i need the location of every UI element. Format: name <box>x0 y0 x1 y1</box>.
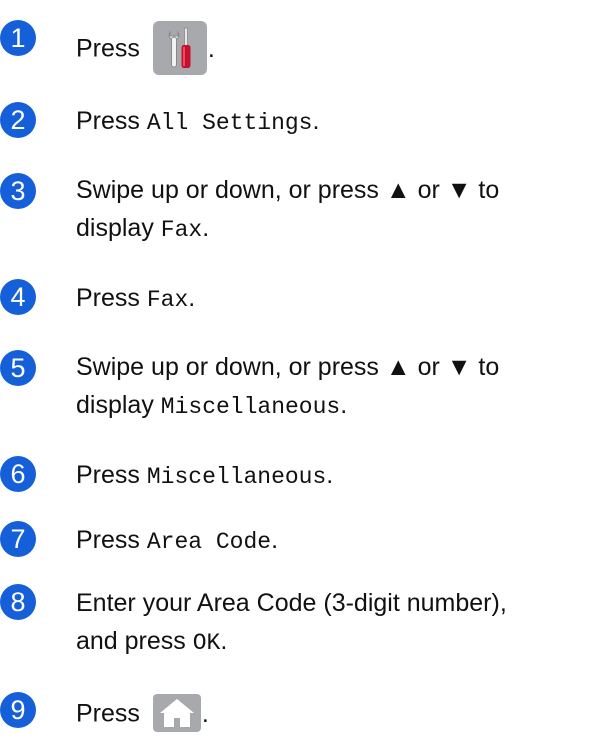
step-verb: display <box>76 214 154 242</box>
step-period: . <box>220 627 228 655</box>
step-text-line-2: display Fax. <box>76 213 209 245</box>
step-number-badge: 9 <box>0 692 36 728</box>
step-verb: Press <box>76 699 140 728</box>
step-text-line-1: Swipe up or down, or press ▲ or ▼ to <box>76 176 500 204</box>
step-verb: Press <box>76 34 140 63</box>
step-verb: Press <box>76 107 140 135</box>
ui-label-miscellaneous: Miscellaneous <box>146 464 327 490</box>
ui-label-fax: Fax <box>160 217 203 243</box>
step-period: . <box>188 284 196 312</box>
step-period: . <box>202 214 210 242</box>
step-verb: and press <box>76 627 186 655</box>
step-number-badge: 7 <box>0 521 36 557</box>
step-period: . <box>201 699 209 728</box>
ui-label-fax: Fax <box>146 287 189 313</box>
step-number-badge: 3 <box>0 173 36 209</box>
ui-label-ok: OK <box>192 630 221 656</box>
step-text: Press Area Code. <box>76 525 278 557</box>
step-period: . <box>271 526 279 554</box>
step-verb: display <box>76 391 154 419</box>
settings-tools-icon <box>152 21 207 75</box>
step-verb: Press <box>76 526 140 554</box>
step-text-line-2: display Miscellaneous. <box>76 390 347 422</box>
step-number-badge: 8 <box>0 584 36 620</box>
step-text: Press Miscellaneous. <box>76 460 333 492</box>
step-text: Press . <box>76 694 209 734</box>
step-number-badge: 4 <box>0 279 36 315</box>
step-period: . <box>207 34 215 63</box>
step-number-badge: 5 <box>0 350 36 386</box>
ui-label-all-settings: All Settings <box>146 110 313 136</box>
step-text-line-1: Swipe up or down, or press ▲ or ▼ to <box>76 353 500 381</box>
step-period: . <box>312 107 320 135</box>
step-period: . <box>340 391 348 419</box>
step-verb: Press <box>76 461 140 489</box>
step-text: Press Fax. <box>76 283 195 315</box>
step-text-line-1: Enter your Area Code (3-digit number), <box>76 589 507 617</box>
step-text-line-2: and press OK. <box>76 626 227 658</box>
step-verb: Press <box>76 284 140 312</box>
ui-label-area-code: Area Code <box>146 529 272 555</box>
ui-label-miscellaneous: Miscellaneous <box>160 394 341 420</box>
step-period: . <box>326 461 334 489</box>
step-number-badge: 2 <box>0 102 36 138</box>
home-icon <box>152 694 201 732</box>
step-text: Press . <box>76 21 215 77</box>
step-number-badge: 1 <box>0 20 36 56</box>
step-text: Press All Settings. <box>76 106 319 138</box>
step-number-badge: 6 <box>0 456 36 492</box>
